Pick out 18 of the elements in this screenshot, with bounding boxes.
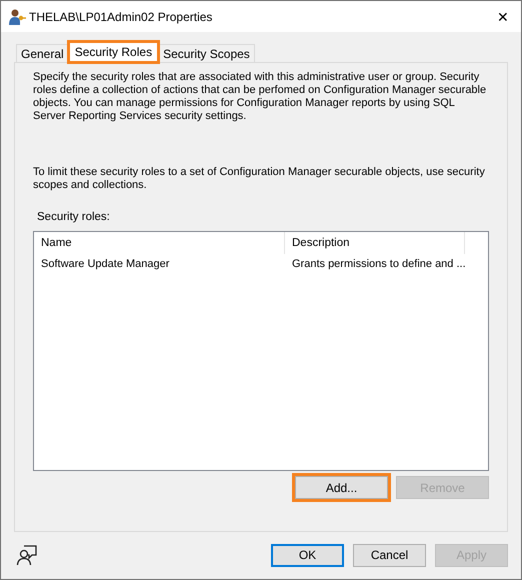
dialog-button[interactable]: Cancel: [353, 544, 426, 566]
table-cell-text: Software Update Manager: [40, 257, 170, 272]
roles-label: Security roles:: [36, 211, 111, 223]
scope-note: To limit these security roles to a set of Configuration Manager securable objects, use security scopes and collections.: [33, 166, 486, 192]
user-chat-icon[interactable]: [16, 544, 38, 566]
user-key-icon: [8, 8, 26, 26]
tab[interactable]: Security Roles: [68, 41, 160, 63]
column-header[interactable]: Description: [285, 232, 465, 254]
list-button[interactable]: Add...: [295, 476, 388, 499]
dialog-button[interactable]: OK: [271, 544, 344, 566]
intro-text: Specify the security roles that are associated with this administrative user or group. Security roles define a collection of actions that can be perfomed on Configuration Manager securable objects. You can manage permissions for Configuration Manager reports by using SQL Server Reporting Services security settings.: [33, 71, 488, 123]
tab[interactable]: General: [16, 44, 69, 63]
column-header[interactable]: Name: [34, 232, 285, 254]
roles-list[interactable]: Name Description Software Update Manager Grants permissions to define and ...: [33, 231, 489, 471]
tab[interactable]: Security Scopes: [158, 44, 255, 63]
window-title: THELAB\LP01Admin02 Properties: [29, 10, 214, 24]
table-cell-text: Grants permissions to define and ...: [291, 257, 467, 272]
close-button[interactable]: ✕: [493, 8, 513, 24]
